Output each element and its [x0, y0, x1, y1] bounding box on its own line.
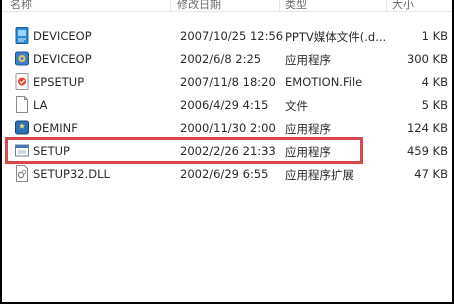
file-row[interactable]: LA 2006/4/29 4:15 文件 5 KB: [2, 93, 452, 116]
media-file-icon: [15, 27, 29, 44]
file-type: 文件: [285, 99, 308, 113]
blank-file-icon: [16, 96, 28, 113]
file-type: 应用程序: [285, 145, 331, 159]
column-header-type[interactable]: 类型: [285, 0, 307, 12]
application-icon: [15, 120, 29, 135]
column-header-date[interactable]: 修改日期: [177, 0, 221, 12]
file-size: 5 KB: [421, 98, 448, 112]
file-date: 2002/6/8 2:25: [180, 52, 262, 66]
file-type: 应用程序: [285, 122, 331, 136]
file-type: 应用程序扩展: [285, 168, 354, 182]
column-divider[interactable]: [279, 0, 280, 11]
file-row-setup[interactable]: SETUP 2002/2/26 21:33 应用程序 459 KB: [2, 139, 452, 162]
file-name: SETUP32.DLL: [33, 167, 110, 181]
file-name: DEVICEOP: [33, 29, 92, 43]
file-explorer-list: 名称 修改日期 类型 大小 DEVICEOP 2007/10/25 12:56 …: [2, 0, 452, 302]
file-row[interactable]: DEVICEOP 2007/10/25 12:56 PPTV媒体文件(.d...…: [2, 24, 452, 47]
file-row[interactable]: EPSETUP 2007/11/8 18:20 EMOTION.File 4 K…: [2, 70, 452, 93]
column-header-size[interactable]: 大小: [392, 0, 414, 12]
file-size: 47 KB: [414, 167, 448, 181]
file-size: 1 KB: [421, 29, 448, 43]
setup-window-icon: [15, 144, 29, 157]
file-date: 2002/2/26 21:33: [180, 144, 276, 158]
file-name: EPSETUP: [33, 75, 85, 89]
file-type: PPTV媒体文件(.d...: [285, 30, 387, 44]
file-list: DEVICEOP 2007/10/25 12:56 PPTV媒体文件(.d...…: [2, 24, 452, 185]
dll-file-icon: [16, 165, 28, 182]
application-icon: [15, 51, 29, 66]
column-divider[interactable]: [386, 0, 387, 11]
file-date: 2006/4/29 4:15: [180, 98, 269, 112]
column-header-bar: 名称 修改日期 类型 大小: [2, 0, 452, 12]
file-name: LA: [33, 98, 48, 112]
file-size: 459 KB: [406, 144, 448, 158]
file-row[interactable]: SETUP32.DLL 2002/6/29 6:55 应用程序扩展 47 KB: [2, 162, 452, 185]
file-size: 300 KB: [406, 52, 448, 66]
file-type: 应用程序: [285, 53, 331, 67]
file-name: SETUP: [33, 144, 70, 158]
file-name: OEMINF: [33, 121, 78, 135]
column-divider[interactable]: [170, 0, 171, 11]
file-row[interactable]: OEMINF 2000/11/30 2:00 应用程序 124 KB: [2, 116, 452, 139]
file-date: 2000/11/30 2:00: [180, 121, 276, 135]
file-date: 2002/6/29 6:55: [180, 167, 269, 181]
file-row[interactable]: DEVICEOP 2002/6/8 2:25 应用程序 300 KB: [2, 47, 452, 70]
file-size: 124 KB: [406, 121, 448, 135]
file-name: DEVICEOP: [33, 52, 92, 66]
file-date: 2007/10/25 12:56: [180, 29, 284, 43]
file-date: 2007/11/8 18:20: [180, 75, 276, 89]
emotion-file-icon: [15, 73, 29, 90]
file-size: 4 KB: [421, 75, 448, 89]
column-header-name[interactable]: 名称: [10, 0, 32, 12]
file-type: EMOTION.File: [285, 75, 363, 89]
